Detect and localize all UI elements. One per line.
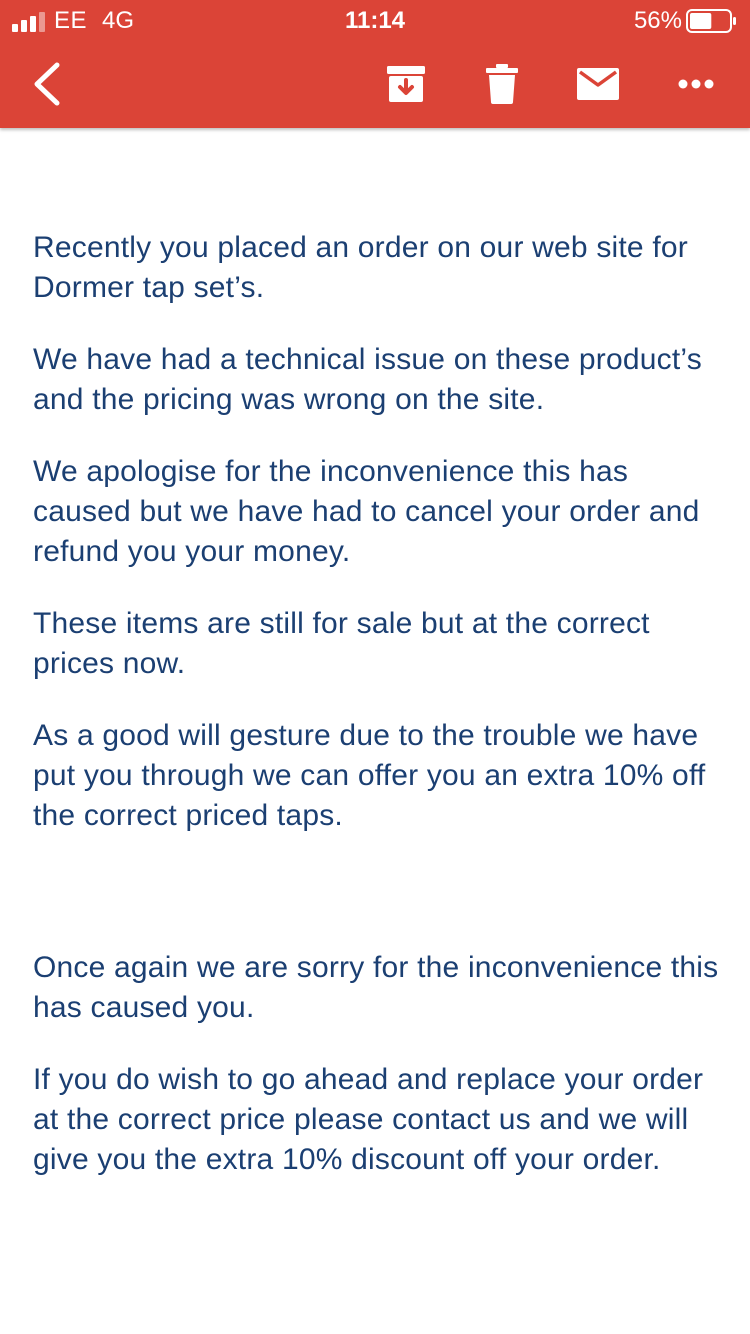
email-paragraph: Recently you placed an order on our web … bbox=[33, 231, 688, 304]
archive-icon bbox=[387, 66, 425, 102]
email-paragraph: If you do wish to go ahead and replace y… bbox=[33, 1063, 704, 1176]
back-button[interactable] bbox=[22, 58, 72, 110]
delete-button[interactable] bbox=[476, 58, 528, 110]
archive-button[interactable] bbox=[380, 58, 432, 110]
delete-icon bbox=[486, 64, 518, 104]
more-icon bbox=[678, 79, 714, 89]
mail-icon bbox=[577, 68, 619, 100]
back-icon bbox=[34, 62, 60, 106]
status-bar: EE 4G 11:14 56% bbox=[0, 0, 750, 40]
email-paragraph: We have had a technical issue on these p… bbox=[33, 343, 702, 416]
email-paragraph: As a good will gesture due to the troubl… bbox=[33, 719, 706, 832]
battery-icon bbox=[686, 9, 736, 33]
email-body: Recently you placed an order on our web … bbox=[33, 228, 723, 1212]
app-toolbar: EE 4G 11:14 56% bbox=[0, 0, 750, 128]
more-options-button[interactable] bbox=[666, 58, 726, 110]
email-paragraph: These items are still for sale but at th… bbox=[33, 607, 650, 680]
mark-unread-button[interactable] bbox=[572, 58, 624, 110]
email-paragraph: We apologise for the inconvenience this … bbox=[33, 455, 700, 568]
battery-percentage: 56% bbox=[633, 7, 682, 34]
email-paragraph: Once again we are sorry for the inconven… bbox=[33, 951, 719, 1024]
